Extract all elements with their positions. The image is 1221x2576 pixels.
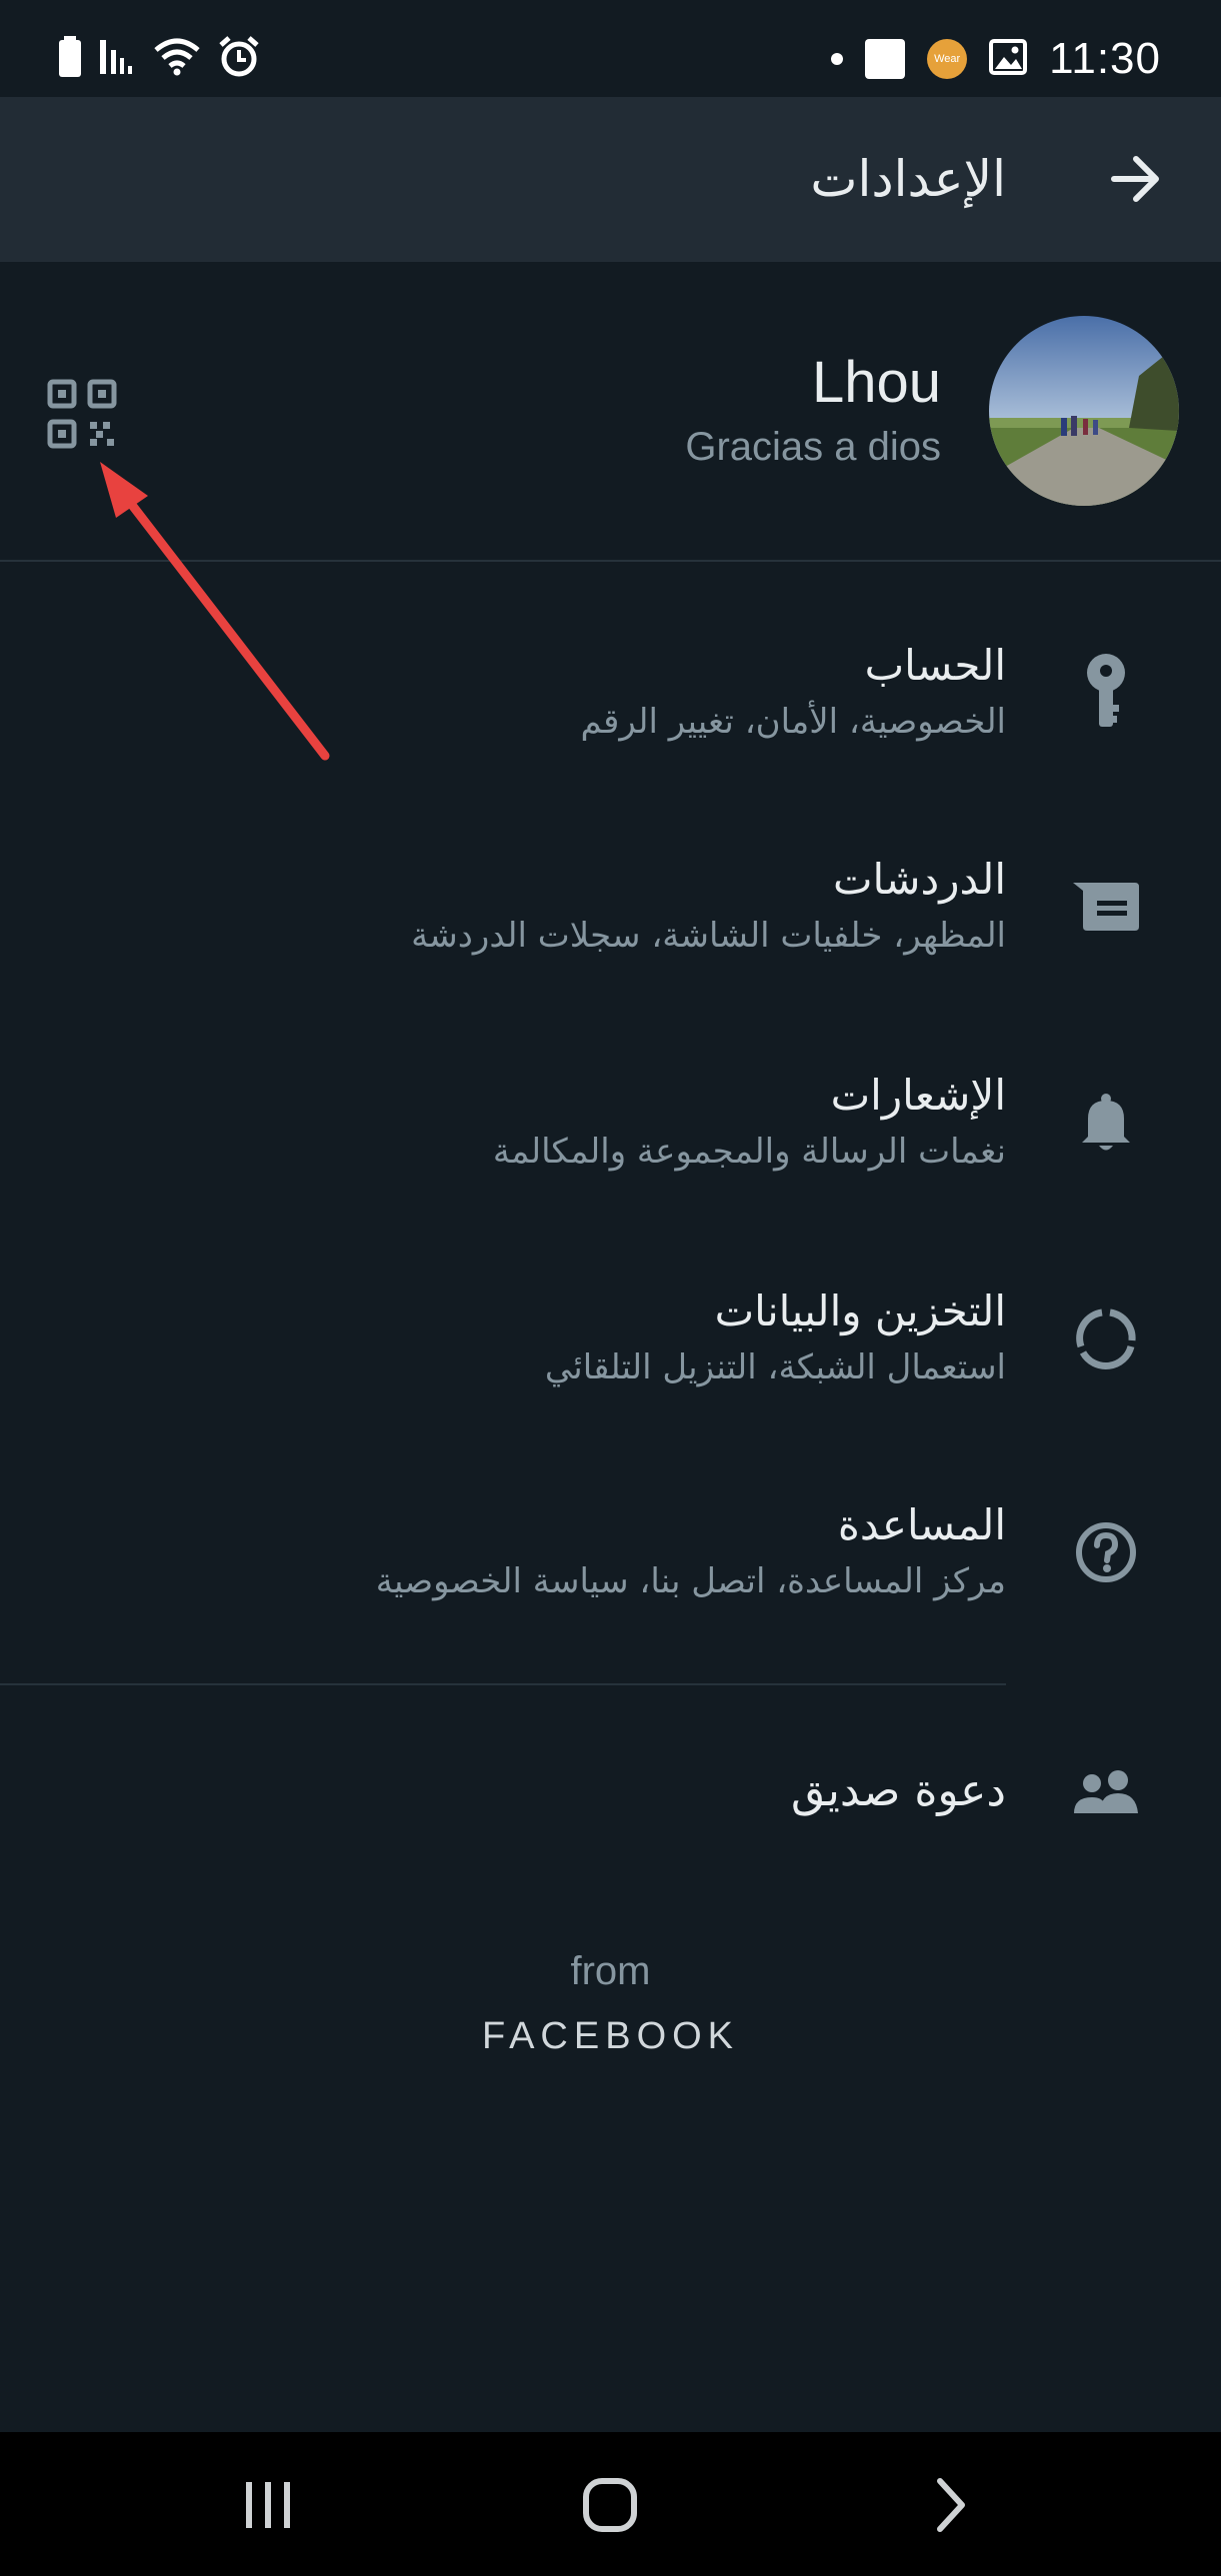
settings-screen: Wear 11:30 الإعدادات Lhou Gracias a dios… bbox=[0, 0, 1221, 2576]
profile-name: Lhou bbox=[811, 350, 941, 415]
divider bbox=[0, 560, 1221, 562]
settings-item-help[interactable]: المساعدة مركز المساعدة، اتصل بنا، سياسة … bbox=[0, 1449, 1221, 1665]
settings-item-title: المساعدة bbox=[837, 1500, 1006, 1549]
profile-section[interactable]: Lhou Gracias a dios bbox=[0, 262, 1221, 562]
status-right-icons: Wear 11:30 bbox=[831, 30, 1161, 88]
notification-dot-icon bbox=[831, 53, 844, 65]
settings-item-storage[interactable]: التخزين والبيانات استعمال الشبكة، التنزي… bbox=[0, 1234, 1221, 1449]
key-icon bbox=[1063, 650, 1149, 736]
invite-friend-label: دعوة صديق bbox=[790, 1765, 1006, 1816]
invite-friend-item[interactable]: دعوة صديق bbox=[0, 1711, 1221, 1871]
wifi-icon bbox=[154, 38, 200, 80]
settings-item-title: الإشعارات bbox=[830, 1071, 1006, 1120]
settings-item-chats[interactable]: الدردشات المظهر، خلفيات الشاشة، سجلات ال… bbox=[0, 802, 1221, 1018]
help-icon bbox=[1063, 1509, 1149, 1595]
chat-icon bbox=[1063, 864, 1149, 950]
wear-label: Wear bbox=[934, 53, 961, 65]
settings-item-title: الحساب bbox=[864, 641, 1006, 690]
battery-icon bbox=[58, 36, 82, 82]
profile-status: Gracias a dios bbox=[685, 425, 941, 469]
recent-apps-icon[interactable] bbox=[228, 2470, 308, 2540]
app-notification-icon bbox=[865, 39, 906, 79]
signal-icon bbox=[100, 40, 136, 78]
people-icon bbox=[1063, 1749, 1149, 1835]
data-usage-icon bbox=[1063, 1295, 1149, 1381]
divider bbox=[0, 1683, 1006, 1685]
page-title: الإعدادات bbox=[810, 150, 1006, 208]
footer-from-label: from bbox=[570, 1949, 651, 1993]
qr-code-icon[interactable] bbox=[46, 378, 118, 450]
settings-item-subtitle: استعمال الشبكة، التنزيل التلقائي bbox=[544, 1347, 1006, 1387]
settings-item-subtitle: نغمات الرسالة والمجموعة والمكالمة bbox=[492, 1132, 1006, 1172]
alarm-icon bbox=[218, 36, 260, 82]
settings-item-subtitle: الخصوصية، الأمان، تغيير الرقم bbox=[580, 702, 1007, 742]
bell-icon bbox=[1063, 1080, 1149, 1166]
settings-item-account[interactable]: الحساب الخصوصية، الأمان، تغيير الرقم bbox=[0, 586, 1221, 802]
avatar[interactable] bbox=[989, 316, 1179, 506]
back-icon[interactable] bbox=[910, 2470, 990, 2540]
settings-item-title: التخزين والبيانات bbox=[714, 1287, 1006, 1335]
settings-item-notifications[interactable]: الإشعارات نغمات الرسالة والمجموعة والمكا… bbox=[0, 1018, 1221, 1234]
status-left-icons bbox=[58, 36, 260, 82]
settings-item-title: الدردشات bbox=[832, 855, 1006, 904]
wear-icon: Wear bbox=[927, 39, 968, 79]
status-bar: Wear 11:30 bbox=[0, 0, 1221, 97]
arrow-right-icon[interactable] bbox=[1106, 149, 1166, 209]
gallery-icon bbox=[989, 39, 1028, 79]
footer-brand-label: FACEBOOK bbox=[481, 2015, 740, 2057]
settings-item-subtitle: المظهر، خلفيات الشاشة، سجلات الدردشة bbox=[411, 916, 1006, 956]
settings-item-subtitle: مركز المساعدة، اتصل بنا، سياسة الخصوصية bbox=[375, 1561, 1006, 1601]
home-icon[interactable] bbox=[570, 2470, 650, 2540]
navigation-bar bbox=[0, 2432, 1221, 2576]
clock: 11:30 bbox=[1049, 34, 1161, 83]
app-bar: الإعدادات bbox=[0, 97, 1221, 262]
